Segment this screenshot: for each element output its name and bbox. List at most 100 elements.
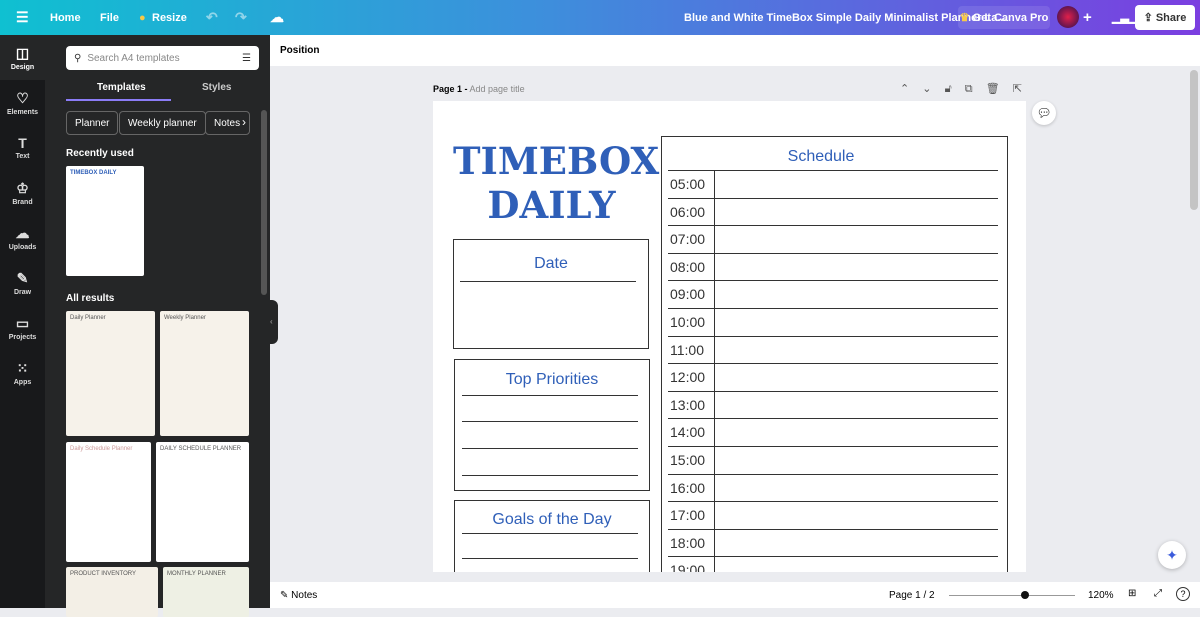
share-button[interactable]: ⇪ Share (1135, 5, 1195, 30)
resize-button[interactable]: Resize (152, 12, 187, 24)
add-member-icon[interactable]: + (1083, 9, 1092, 26)
search-placeholder: Search A4 templates (87, 52, 180, 64)
template-thumb[interactable]: MONTHLY PLANNER (163, 567, 249, 617)
rail-label: Brand (12, 198, 33, 206)
title-line: DAILY (487, 183, 616, 227)
magic-sparkle-icon[interactable]: ✦ (1158, 541, 1186, 569)
search-input[interactable]: ⚲ Search A4 templates ☰ (66, 46, 259, 70)
tab-styles[interactable]: Styles (202, 82, 231, 93)
notes-icon: ✎ (280, 590, 292, 601)
draw-icon: ✎ (16, 269, 29, 286)
search-icon: ⚲ (74, 52, 82, 64)
page-title-input[interactable]: Add page title (470, 84, 525, 94)
cloud-icon[interactable]: ☁ (270, 9, 284, 26)
design-icon: ◫ (15, 44, 30, 61)
crown-icon: ● (139, 11, 146, 24)
rail-design[interactable]: ◫ Design (0, 35, 45, 80)
tab-templates[interactable]: Templates (97, 82, 146, 93)
rail-draw[interactable]: ✎ Draw (0, 260, 45, 305)
goals-heading: Goals of the Day (492, 511, 612, 528)
time-slot: 15:00 (670, 452, 706, 468)
chip-weekly-planner[interactable]: Weekly planner (119, 111, 206, 135)
time-slot: 18:00 (670, 534, 706, 551)
text-icon: T (18, 135, 27, 151)
rail-projects[interactable]: ▭ Projects (0, 305, 45, 350)
schedule-line (668, 197, 998, 199)
crown-icon: ♛ (959, 12, 973, 24)
template-thumb[interactable]: Daily Schedule Planner (66, 442, 151, 562)
schedule-line (668, 473, 998, 475)
rail-text[interactable]: T Text (0, 125, 45, 170)
collapse-panel-handle[interactable]: ‹ (270, 300, 278, 344)
grid-view-icon[interactable]: ⊞ (1128, 588, 1136, 599)
menu-icon[interactable]: ☰ (16, 9, 29, 26)
chip-planner[interactable]: Planner (66, 111, 119, 135)
title-line: TIMEBOX (453, 139, 660, 183)
lock-icon[interactable]: 🔓︎ (945, 83, 952, 95)
rail-label: Design (10, 63, 35, 71)
templates-panel: ⚲ Search A4 templates ☰ Templates Styles P… (45, 35, 270, 617)
analytics-icon[interactable]: ▁▃▁ (1112, 11, 1137, 24)
template-thumb[interactable]: PRODUCT INVENTORY (66, 567, 158, 617)
chevron-right-icon[interactable]: › (242, 115, 246, 129)
tab-underline (66, 99, 171, 101)
file-button[interactable]: File (100, 12, 119, 24)
time-slot: 11:00 (670, 341, 704, 358)
undo-icon[interactable]: ↶ (206, 9, 218, 26)
filter-icon[interactable]: ☰ (242, 53, 251, 64)
rail-label: Elements (6, 108, 39, 116)
recently-used-heading: Recently used (66, 148, 134, 159)
rail-uploads[interactable]: ☁ Uploads (0, 215, 45, 260)
chevron-down-icon[interactable]: ⌄ (922, 83, 931, 95)
chevron-up-icon[interactable]: ⌃ (900, 83, 909, 95)
folder-icon: ▭ (15, 314, 30, 331)
schedule-line (668, 170, 998, 171)
rail-apps[interactable]: ⁙ Apps (0, 350, 45, 395)
add-page-icon[interactable]: ⇱ (1013, 83, 1022, 95)
zoom-slider-handle[interactable] (1020, 591, 1029, 599)
rail-brand[interactable]: ♔ Brand (0, 170, 45, 215)
date-heading: Date (534, 255, 568, 272)
schedule-heading: Schedule (787, 148, 855, 165)
elements-icon: ♡ (16, 89, 29, 106)
panel-scrollbar[interactable] (261, 110, 267, 295)
schedule-line (668, 528, 998, 530)
template-thumb[interactable]: DAILY SCHEDULE PLANNER (156, 442, 249, 562)
all-results-heading: All results (66, 293, 115, 304)
trash-icon[interactable]: 🗑︎ (986, 83, 1000, 95)
home-button[interactable]: Home (50, 12, 81, 24)
time-slot: 06:00 (670, 203, 706, 220)
duplicate-icon[interactable]: ⧉ (965, 83, 973, 95)
comment-icon[interactable]: 💬︎ (1032, 101, 1056, 125)
priorities-heading: Top Priorities (505, 371, 599, 388)
fullscreen-icon[interactable]: ⤢ (1154, 588, 1162, 599)
schedule-line (668, 335, 998, 337)
time-slot: 14:00 (670, 424, 706, 441)
zoom-level[interactable]: 120% (1088, 590, 1114, 601)
notes-button[interactable]: ✎ Notes (280, 590, 317, 601)
help-icon[interactable]: ? (1176, 587, 1190, 601)
share-label: Share (1155, 11, 1187, 24)
schedule-line (668, 225, 998, 227)
redo-icon[interactable]: ↷ (235, 9, 247, 26)
design-page[interactable]: TIMEBOX DAILY Date Top Priorities Goals o… (433, 101, 1026, 572)
get-canva-pro-button[interactable]: ♛ Get Canva Pro (958, 6, 1050, 29)
rail-elements[interactable]: ♡ Elements (0, 80, 45, 125)
page-count[interactable]: Page 1 / 2 (889, 590, 935, 601)
template-thumb[interactable]: TIMEBOX DAILY (66, 166, 144, 276)
rail-label: Text (15, 153, 30, 160)
time-slot: 07:00 (670, 231, 706, 248)
schedule-line (668, 390, 998, 392)
rail-label: Projects (8, 333, 37, 341)
schedule-line (668, 252, 998, 254)
time-slot: 16:00 (670, 479, 706, 496)
position-button[interactable]: Position (280, 45, 319, 56)
schedule-divider (714, 171, 715, 572)
template-thumb[interactable]: Weekly Planner (160, 311, 249, 436)
zoom-slider[interactable] (949, 595, 1075, 596)
get-pro-label: Get Canva Pro (972, 11, 1049, 24)
avatar[interactable] (1057, 6, 1079, 28)
template-thumb[interactable]: Daily Planner (66, 311, 155, 436)
canvas-scrollbar[interactable] (1190, 70, 1198, 210)
rail-label: Draw (13, 288, 32, 296)
